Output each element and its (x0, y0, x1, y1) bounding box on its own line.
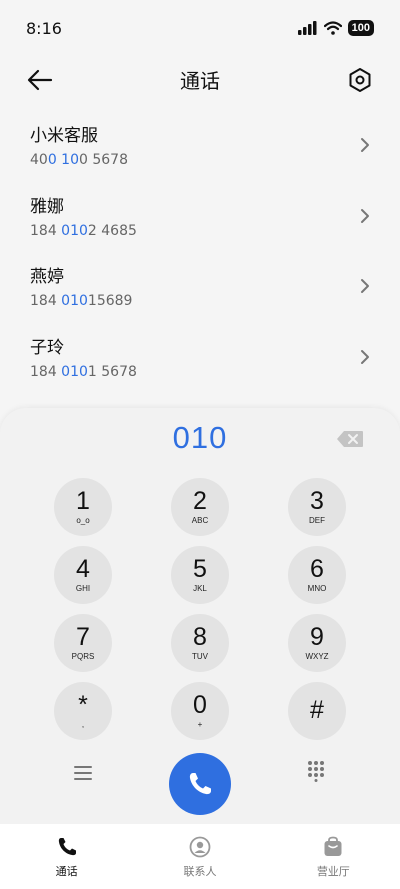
chevron-right-icon (361, 279, 369, 293)
signal-icon (297, 21, 317, 35)
call-button[interactable] (169, 753, 231, 815)
key-hash[interactable]: # (288, 682, 346, 740)
status-icons: 100 (297, 20, 374, 36)
key-5[interactable]: 5 JKL (171, 546, 229, 604)
dialpad-toggle-icon[interactable] (306, 760, 326, 782)
chevron-right-icon (361, 138, 369, 152)
contact-item[interactable]: 子玲 184 0101 5678 (0, 322, 400, 393)
contacts-icon (189, 836, 211, 858)
tab-label: 营业厅 (316, 865, 350, 878)
battery-indicator: 100 (347, 20, 374, 36)
contact-item[interactable]: 雅娜 184 0102 4685 (0, 181, 400, 252)
contact-number: 184 0101 5678 (30, 363, 137, 380)
key-8[interactable]: 8 TUV (171, 614, 229, 672)
chevron-right-icon (361, 208, 369, 223)
dialpad-sheet: 010 1 o_o 2 ABC 3 DEF 4 GHI 5 JKL 6 MNO … (0, 408, 400, 824)
key-6[interactable]: 6 MNO (288, 546, 346, 604)
status-time: 8:16 (26, 18, 62, 38)
status-bar: 8:16 100 (0, 0, 400, 56)
contact-name: 雅娜 (30, 196, 64, 217)
contact-name: 子玲 (30, 337, 64, 358)
tab-label: 联系人 (183, 865, 217, 878)
tab-store[interactable]: 营业厅 (267, 824, 400, 889)
tab-calls[interactable]: 通话 (0, 824, 133, 889)
contact-name: 小米客服 (30, 126, 98, 146)
contact-number: 184 0102 4685 (30, 222, 137, 239)
wifi-icon (323, 21, 342, 35)
chevron-right-icon (361, 349, 369, 364)
back-arrow-icon[interactable] (26, 66, 54, 94)
header: 通话 (0, 56, 400, 102)
phone-icon (189, 773, 211, 795)
phone-icon (58, 838, 76, 856)
tab-contacts[interactable]: 联系人 (133, 824, 266, 889)
key-1[interactable]: 1 o_o (54, 478, 112, 536)
key-3[interactable]: 3 DEF (288, 478, 346, 536)
page-title: 通话 (180, 68, 220, 93)
backspace-icon[interactable] (336, 430, 364, 448)
contact-list: 小米客服 400 100 5678 雅娜 184 0102 4685 燕婷 18… (0, 110, 400, 392)
key-0[interactable]: 0 + (171, 682, 229, 740)
contact-number: 184 01015689 (30, 293, 133, 309)
key-star[interactable]: * , (54, 682, 112, 740)
tab-label: 通话 (55, 865, 78, 878)
contact-number: 400 100 5678 (30, 152, 128, 168)
key-9[interactable]: 9 WXYZ (288, 614, 346, 672)
contact-name: 燕婷 (30, 267, 64, 287)
menu-icon[interactable] (72, 764, 94, 782)
key-7[interactable]: 7 PQRS (54, 614, 112, 672)
key-4[interactable]: 4 GHI (54, 546, 112, 604)
contact-item[interactable]: 小米客服 400 100 5678 (0, 110, 400, 181)
settings-icon[interactable] (346, 66, 374, 94)
tab-bar: 通话 联系人 营业厅 (0, 824, 400, 889)
key-2[interactable]: 2 ABC (171, 478, 229, 536)
store-icon (324, 836, 342, 856)
contact-item[interactable]: 燕婷 184 01015689 (0, 251, 400, 322)
